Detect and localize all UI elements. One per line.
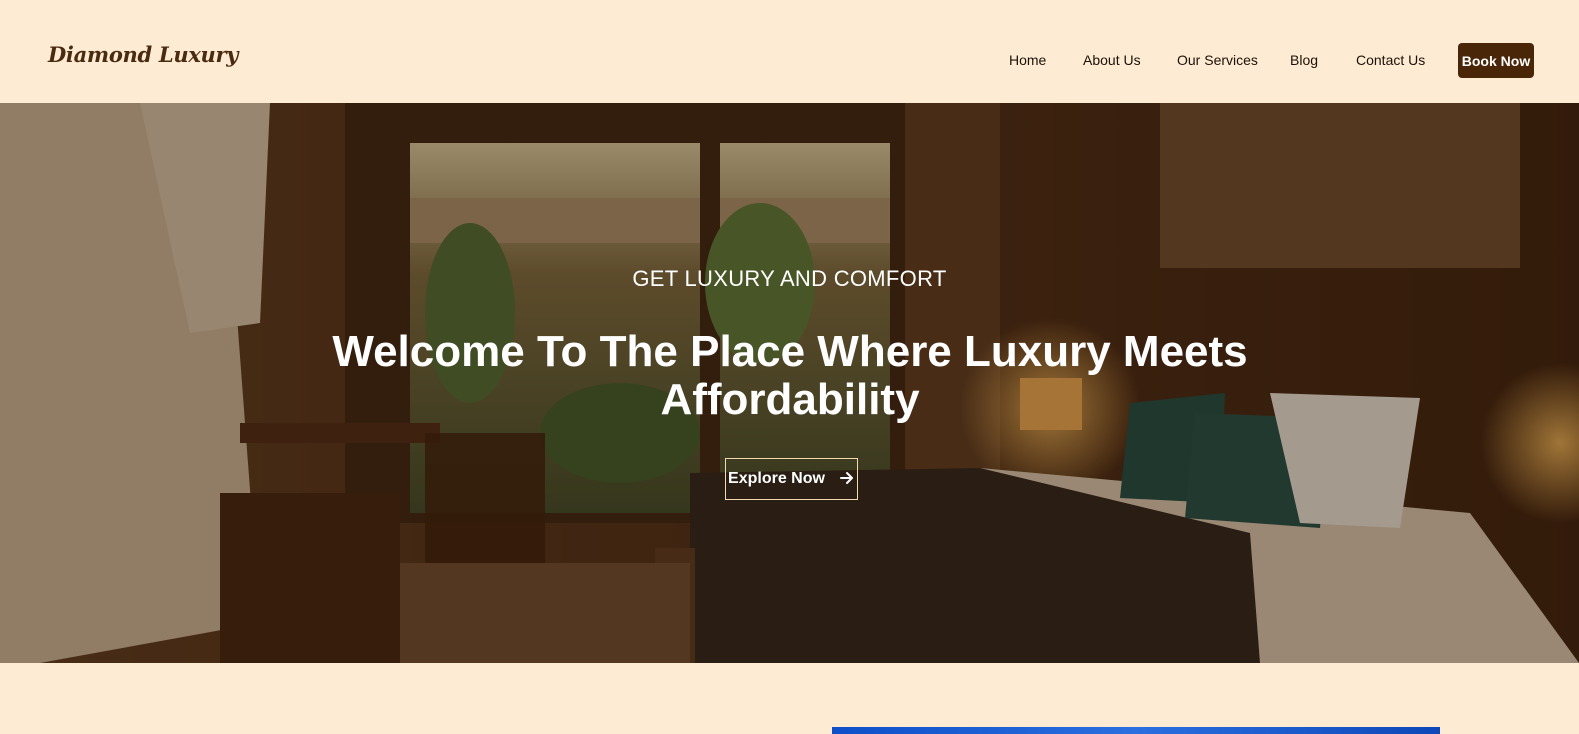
nav-home[interactable]: Home bbox=[1009, 52, 1046, 68]
explore-now-label: Explore Now bbox=[728, 470, 825, 487]
nav-our-services[interactable]: Our Services bbox=[1177, 52, 1258, 68]
hero-title: Welcome To The Place Where Luxury Meets … bbox=[332, 327, 1248, 424]
nav-about-us[interactable]: About Us bbox=[1083, 52, 1141, 68]
hero-kicker: GET LUXURY AND COMFORT bbox=[632, 266, 947, 291]
explore-now-button[interactable]: Explore Now bbox=[725, 458, 858, 500]
book-now-button[interactable]: Book Now bbox=[1458, 43, 1534, 78]
site-header: Diamond Luxury Home About Us Our Service… bbox=[0, 0, 1579, 103]
arrow-right-icon bbox=[839, 470, 855, 489]
nav-contact-us[interactable]: Contact Us bbox=[1356, 52, 1425, 68]
nav-blog[interactable]: Blog bbox=[1290, 52, 1318, 68]
section-image-preview bbox=[832, 727, 1440, 734]
hero-section: GET LUXURY AND COMFORT Welcome To The Pl… bbox=[0, 103, 1579, 663]
brand-logo[interactable]: Diamond Luxury bbox=[48, 42, 238, 67]
